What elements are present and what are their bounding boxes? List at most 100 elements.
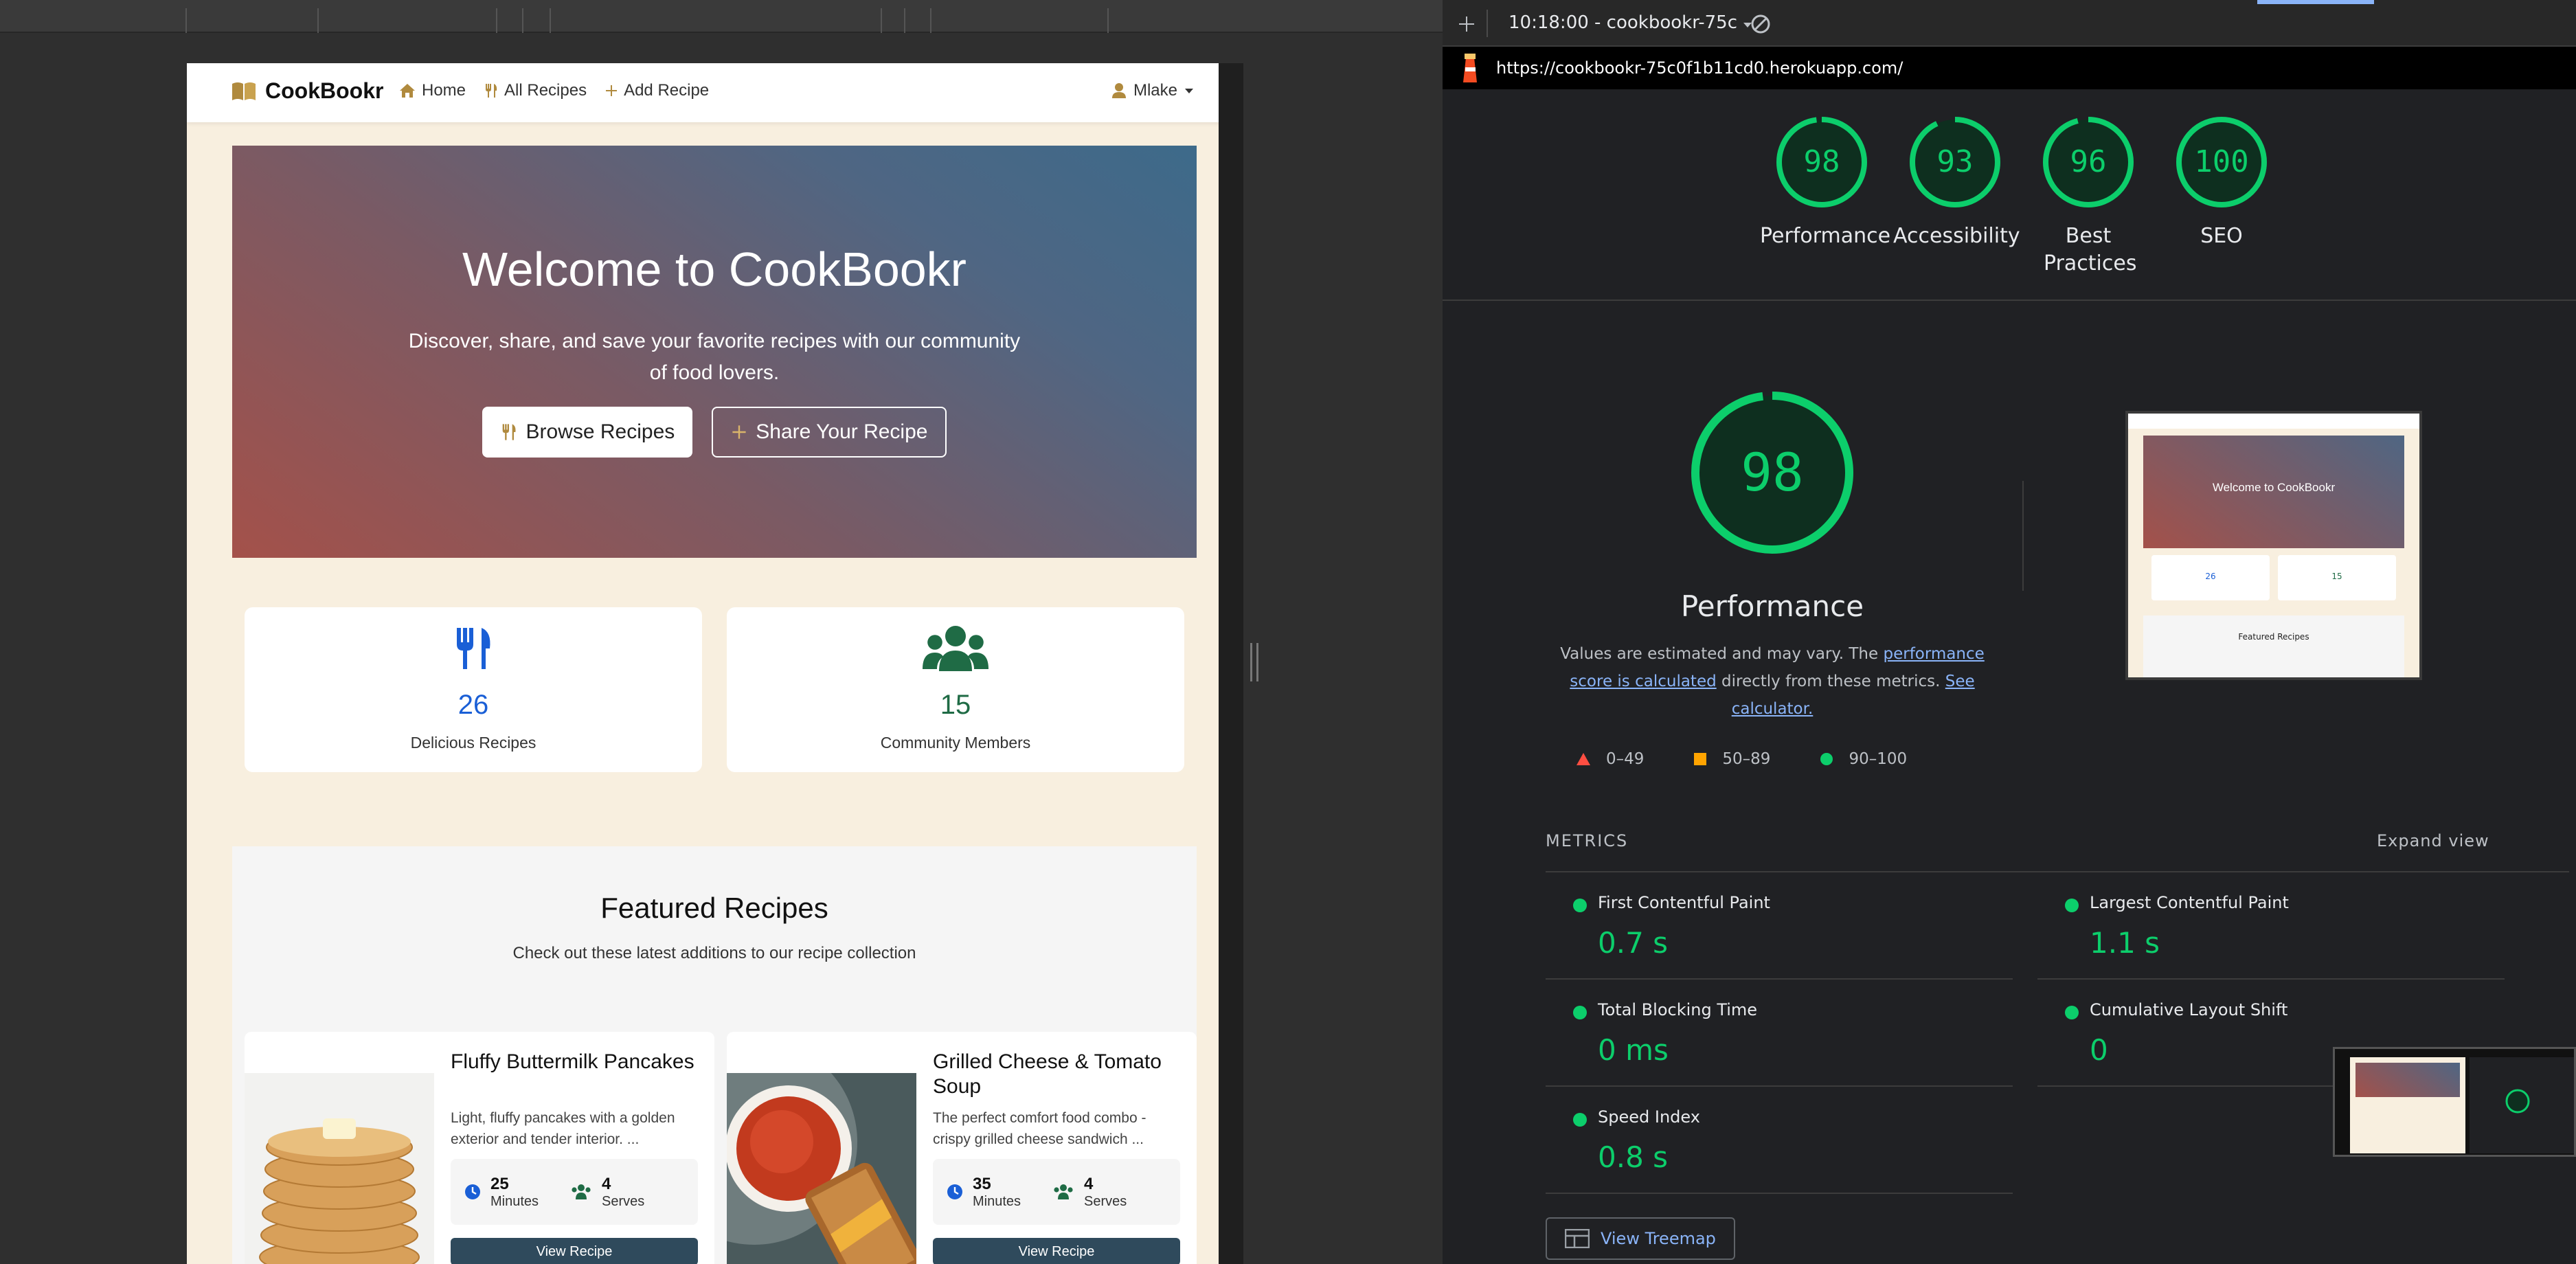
users-icon [1054,1184,1073,1199]
nav-all-recipes[interactable]: All Recipes [484,81,587,100]
recipe-minutes-label: Minutes [973,1193,1021,1209]
audited-url[interactable]: https://cookbookr-75c0f1b11cd0.herokuapp… [1496,58,1903,78]
recipe-serves-count: 4 [602,1174,611,1193]
ruler-tick [522,8,523,33]
gauge-ring: 96 [2043,117,2134,207]
ruler-tick [317,8,319,33]
window-preview[interactable] [2333,1047,2576,1157]
thumb-hero: Welcome to CookBookr [2143,436,2404,548]
metric-name: Cumulative Layout Shift [2090,1000,2288,1019]
stat-card-members: 15 Community Members [727,607,1184,772]
legend-average: 50–89 [1693,750,1770,768]
score-note-text: directly from these metrics. [1716,673,1945,690]
ruler-tick [185,8,187,33]
recipe-card[interactable]: Fluffy Buttermilk Pancakes Light, fluffy… [245,1032,714,1264]
legend-poor-label: 0–49 [1606,750,1645,768]
share-recipe-button[interactable]: Share Your Recipe [712,407,947,458]
expand-view-toggle[interactable]: Expand view [2377,831,2489,850]
metric-value: 0 ms [1598,1033,1669,1067]
view-recipe-button[interactable]: View Recipe [451,1238,698,1264]
thumb-navbar [2128,414,2419,429]
recipe-minutes-label: Minutes [490,1193,539,1209]
resize-handle[interactable] [1250,643,1258,681]
metric-value: 1.1 s [2090,926,2160,960]
members-count-label: Community Members [880,734,1031,752]
triangle-icon [1577,753,1590,765]
nav-home[interactable]: Home [398,81,466,100]
ruler-tick [904,8,905,33]
gauge-value: 93 [1937,144,1974,179]
members-count: 15 [940,690,971,720]
preview-page [2350,1057,2465,1153]
user-icon [1111,83,1126,98]
recipe-description: Light, fluffy pancakes with a golden ext… [451,1110,675,1147]
metric-value: 0.8 s [1598,1140,1669,1174]
site-navbar: CookBookr Home All Recipes Add Recipe Ml… [187,63,1219,122]
score-legend: 0–49 50–89 90–100 [1576,750,1907,768]
view-treemap-label: View Treemap [1601,1229,1716,1248]
hero-title: Welcome to CookBookr [462,242,967,296]
devtools-toolbar: 10:18:00 - cookbookr-75c [1443,0,2576,47]
metric-item: Total Blocking Time 0 ms [1546,980,2013,1087]
active-tab-indicator [2257,0,2374,4]
final-screenshot[interactable]: Welcome to CookBookr 26 15 Featured Reci… [2125,411,2422,680]
ruler-tick [930,8,931,33]
score-gauge[interactable]: 96 Best Practices [2026,114,2150,278]
ruler-tick [496,8,497,33]
recipe-serves-label: Serves [1084,1193,1127,1209]
clear-icon[interactable] [1750,14,1771,34]
thumb-featured: Featured Recipes [2143,616,2404,677]
browse-recipes-button[interactable]: Browse Recipes [482,407,693,458]
recipe-meta: 25 Minutes 4 Serves [451,1159,698,1225]
hero-banner: Welcome to CookBookr Discover, share, an… [232,146,1197,558]
view-treemap-button[interactable]: View Treemap [1546,1217,1735,1260]
legend-good: 90–100 [1820,750,1907,768]
report-selector[interactable]: 10:18:00 - cookbookr-75c [1509,12,1752,33]
metric-item: First Contentful Paint 0.7 s [1546,872,2013,980]
recipe-minutes: 25 [490,1174,509,1193]
metric-name: Largest Contentful Paint [2090,893,2289,912]
user-menu[interactable]: Mlake [1111,81,1194,100]
pass-dot-icon [1573,1006,1587,1019]
recipe-title[interactable]: Grilled Cheese & Tomato Soup [933,1050,1180,1099]
divider [2022,481,2024,591]
thumb-stat: 15 [2278,555,2396,600]
view-recipe-button[interactable]: View Recipe [933,1238,1180,1264]
nav-links: Home All Recipes Add Recipe [398,81,709,100]
metric-name: Total Blocking Time [1598,1000,1758,1019]
plus-icon[interactable] [1458,15,1476,33]
score-gauge[interactable]: 98 Performance [1760,114,1890,250]
legend-average-label: 50–89 [1722,750,1771,768]
score-gauge[interactable]: 93 Accessibility [1893,114,2020,250]
lighthouse-icon [1463,54,1477,82]
lighthouse-panel: 10:18:00 - cookbookr-75c https://cookboo… [1443,0,2576,1264]
utensils-icon [486,84,497,98]
hero-subtitle: Discover, share, and save your favorite … [408,330,1021,384]
recipe-serves: 4 Serves [1052,1169,1127,1215]
gauge-ring: 98 [1691,392,1853,554]
users-icon [572,1184,591,1199]
user-name: Mlake [1133,81,1177,100]
screen: CookBookr Home All Recipes Add Recipe Ml… [0,0,2576,1264]
recipes-count: 26 [457,690,489,720]
preview-hero [2355,1063,2460,1097]
nav-add-recipe[interactable]: Add Recipe [605,81,709,100]
pass-dot-icon [1573,1113,1587,1127]
recipe-title[interactable]: Fluffy Buttermilk Pancakes [451,1050,698,1074]
soup-image [727,1073,916,1264]
recipe-time: 35 Minutes [947,1169,1021,1215]
metric-name: First Contentful Paint [1598,893,1770,912]
clock-icon [465,1184,480,1199]
page-viewport: CookBookr Home All Recipes Add Recipe Ml… [187,63,1243,1264]
recipe-meta: 35 Minutes 4 Serves [933,1159,1180,1225]
gauge-ring: 98 [1776,117,1867,207]
recipe-card[interactable]: Grilled Cheese & Tomato Soup The perfect… [727,1032,1197,1264]
brand-logo[interactable]: CookBookr [231,78,383,104]
gauge-label: Best Practices [2044,224,2137,275]
gauge-ring: 100 [2176,117,2267,207]
circle-icon [1820,753,1833,765]
hero-buttons: Browse Recipes Share Your Recipe [232,407,1197,458]
square-icon [1694,753,1707,765]
recipes-count-label: Delicious Recipes [410,734,536,752]
score-gauge[interactable]: 100 SEO [2160,114,2283,250]
